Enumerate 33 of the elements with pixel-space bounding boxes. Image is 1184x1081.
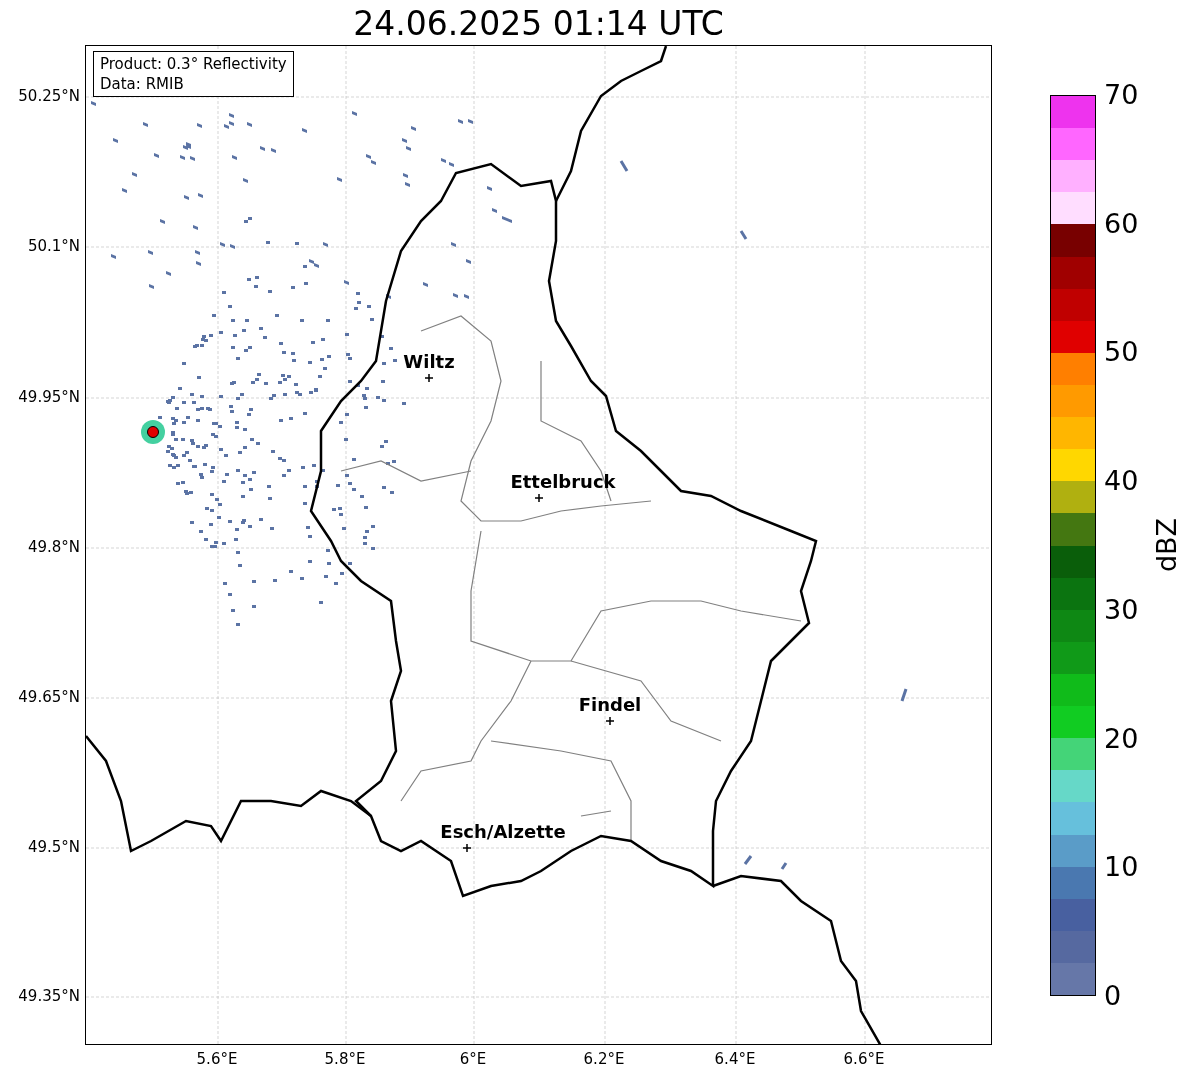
axis-tick-label: 5.8°E: [324, 1050, 366, 1068]
info-text: Product: 0.3° Reflectivity: [100, 54, 287, 74]
colorbar-tick-label: 20: [1104, 723, 1139, 754]
chart-title: 24.06.2025 01:14 UTC: [353, 4, 724, 43]
axis-tick-label: 50.1°N: [27, 237, 80, 255]
axis-tick-label: 49.5°N: [27, 838, 80, 856]
colorbar-tick-label: 0: [1104, 981, 1122, 1011]
axis-tick-label: 6.6°E: [843, 1050, 885, 1068]
axis-tick-label: 49.8°N: [27, 538, 80, 556]
colorbar-label: dBZ: [1152, 517, 1183, 573]
city-label: Findel: [578, 695, 642, 715]
colorbar-tick-label: 60: [1104, 208, 1139, 239]
city-label: Esch/Alzette: [440, 822, 566, 842]
axis-tick-label: 6.4°E: [714, 1050, 756, 1068]
colorbar-tick-label: 50: [1104, 337, 1139, 368]
colorbar-tick-label: 30: [1104, 594, 1139, 625]
city-marker-icon: [535, 494, 543, 502]
colorbar-tick-label: 40: [1104, 466, 1139, 497]
axis-tick-label: 6.2°E: [583, 1050, 625, 1068]
city-label: Ettelbruck: [510, 472, 616, 492]
axis-tick-label: 5.6°E: [196, 1050, 238, 1068]
city-marker-icon: [463, 844, 471, 852]
axis-tick-label: 49.65°N: [18, 688, 80, 706]
city-marker-icon: [425, 374, 433, 382]
axis-tick-label: 6°E: [459, 1050, 487, 1068]
city-label: Wiltz: [403, 352, 455, 372]
axis-tick-label: 50.25°N: [18, 87, 80, 105]
city-marker-icon: [606, 717, 614, 725]
info-text: Data: RMIB: [100, 74, 185, 94]
colorbar-tick-label: 70: [1104, 80, 1139, 110]
colorbar-tick-label: 10: [1104, 852, 1139, 883]
axis-tick-label: 49.95°N: [18, 388, 80, 406]
axis-tick-label: 49.35°N: [18, 987, 80, 1005]
